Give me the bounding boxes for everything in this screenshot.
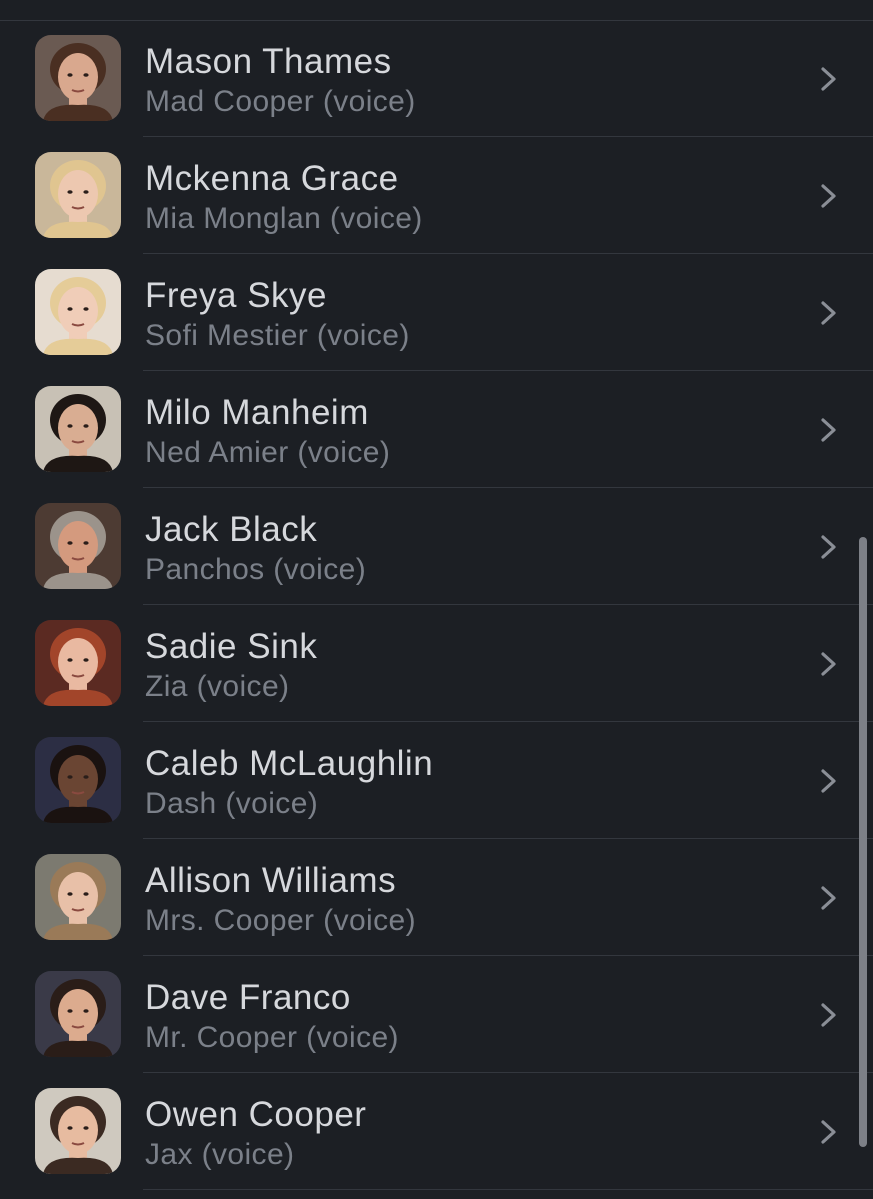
chevron-right-icon [821,769,836,793]
cast-screen: Mason Thames Mad Cooper (voice) Mckenna … [0,0,873,1199]
cast-list: Mason Thames Mad Cooper (voice) Mckenna … [0,20,873,1190]
cast-text: Milo Manheim Ned Amier (voice) [145,393,793,473]
character-name: Ned Amier (voice) [145,436,391,469]
character-name: Mrs. Cooper (voice) [145,904,416,937]
actor-name: Dave Franco [145,978,351,1017]
avatar [35,971,121,1057]
cast-text: Jack Black Panchos (voice) [145,510,793,590]
cast-row[interactable]: Owen Cooper Jax (voice) [0,1073,873,1190]
portrait-image [35,386,121,472]
portrait-image [35,620,121,706]
chevron-right-icon [821,418,836,442]
chevron-right-icon [821,886,836,910]
cast-row[interactable]: Dave Franco Mr. Cooper (voice) [0,956,873,1073]
portrait-image [35,503,121,589]
chevron-right-icon [821,301,836,325]
scrollbar[interactable] [859,537,867,1147]
cast-row[interactable]: Jack Black Panchos (voice) [0,488,873,605]
portrait-image [35,152,121,238]
cast-text: Sadie Sink Zia (voice) [145,627,793,707]
cast-row[interactable]: Mason Thames Mad Cooper (voice) [0,20,873,137]
cast-text: Dave Franco Mr. Cooper (voice) [145,978,793,1058]
top-divider [0,0,873,21]
character-name: Zia (voice) [145,670,290,703]
actor-name: Sadie Sink [145,627,318,666]
actor-name: Mason Thames [145,42,392,81]
cast-row[interactable]: Allison Williams Mrs. Cooper (voice) [0,839,873,956]
cast-row[interactable]: Caleb McLaughlin Dash (voice) [0,722,873,839]
actor-name: Jack Black [145,510,318,549]
portrait-image [35,971,121,1057]
actor-name: Owen Cooper [145,1095,367,1134]
portrait-image [35,35,121,121]
character-name: Mad Cooper (voice) [145,85,416,118]
cast-row[interactable]: Freya Skye Sofi Mestier (voice) [0,254,873,371]
avatar [35,386,121,472]
avatar [35,737,121,823]
cast-text: Mason Thames Mad Cooper (voice) [145,42,793,122]
chevron-right-icon [821,1120,836,1144]
chevron-right-icon [821,184,836,208]
cast-text: Mckenna Grace Mia Monglan (voice) [145,159,793,239]
avatar [35,269,121,355]
actor-name: Allison Williams [145,861,397,900]
cast-row[interactable]: Milo Manheim Ned Amier (voice) [0,371,873,488]
character-name: Dash (voice) [145,787,319,820]
cast-text: Caleb McLaughlin Dash (voice) [145,744,793,824]
avatar [35,854,121,940]
chevron-right-icon [821,535,836,559]
avatar [35,620,121,706]
portrait-image [35,737,121,823]
avatar [35,503,121,589]
cast-row[interactable]: Sadie Sink Zia (voice) [0,605,873,722]
chevron-right-icon [821,67,836,91]
actor-name: Freya Skye [145,276,327,315]
avatar [35,1088,121,1174]
cast-text: Freya Skye Sofi Mestier (voice) [145,276,793,356]
actor-name: Milo Manheim [145,393,369,432]
avatar [35,35,121,121]
portrait-image [35,1088,121,1174]
avatar [35,152,121,238]
portrait-image [35,854,121,940]
character-name: Panchos (voice) [145,553,367,586]
chevron-right-icon [821,1003,836,1027]
character-name: Mr. Cooper (voice) [145,1021,399,1054]
chevron-right-icon [821,652,836,676]
actor-name: Mckenna Grace [145,159,399,198]
portrait-image [35,269,121,355]
cast-text: Owen Cooper Jax (voice) [145,1095,793,1175]
character-name: Mia Monglan (voice) [145,202,423,235]
cast-row[interactable]: Mckenna Grace Mia Monglan (voice) [0,137,873,254]
character-name: Jax (voice) [145,1138,295,1171]
character-name: Sofi Mestier (voice) [145,319,410,352]
actor-name: Caleb McLaughlin [145,744,434,783]
cast-text: Allison Williams Mrs. Cooper (voice) [145,861,793,941]
